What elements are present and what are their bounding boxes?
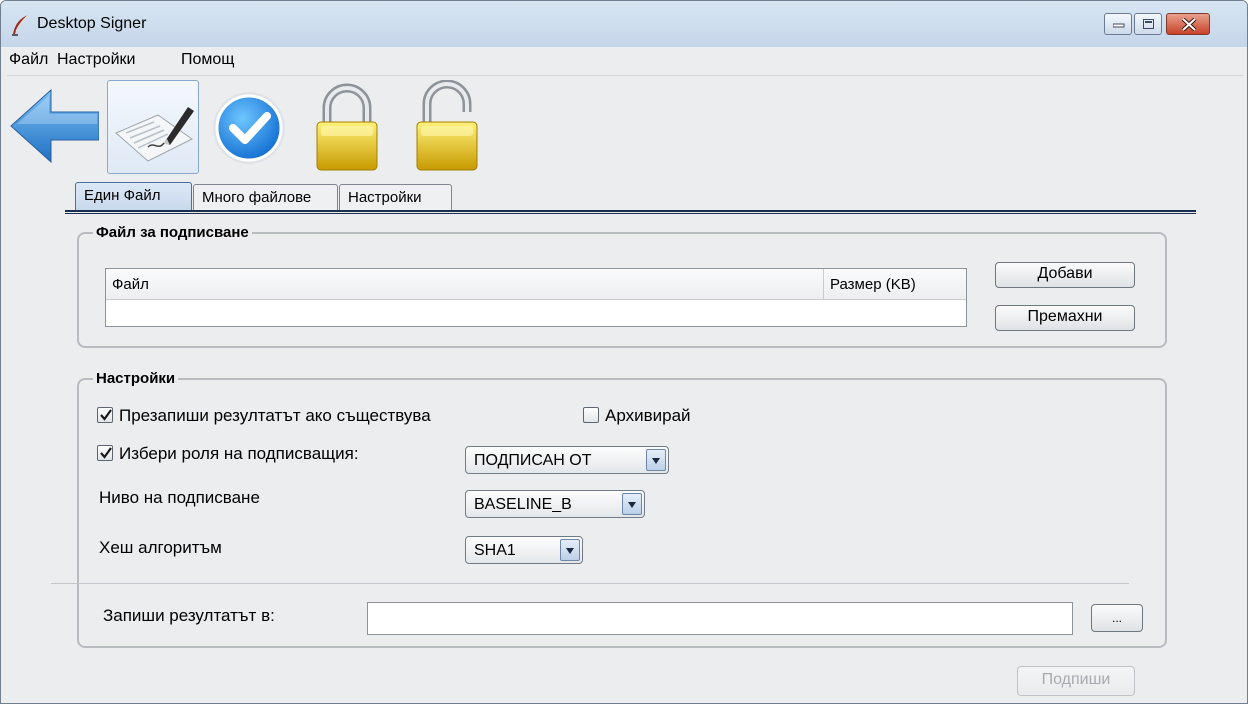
file-group: Файл за подписване Файл Размер (KB) Доба…	[77, 224, 1167, 348]
file-group-title: Файл за подписване	[93, 224, 252, 241]
sign-button[interactable]: Подпиши	[1017, 666, 1135, 696]
overwrite-checkbox[interactable]: Презапиши резултатът ако съществува	[97, 406, 431, 426]
close-button[interactable]	[1166, 13, 1210, 35]
menu-file[interactable]: Файл	[9, 51, 48, 69]
sign-tool-button[interactable]	[107, 80, 199, 174]
minimize-icon	[1113, 23, 1125, 28]
title-bar[interactable]: Desktop Signer	[1, 1, 1247, 47]
file-table[interactable]: Файл Размер (KB)	[105, 268, 967, 327]
settings-group: Настройки Презапиши резултатът ако същес…	[77, 370, 1167, 648]
archive-label: Архивирай	[605, 406, 691, 425]
output-label: Запиши резултатът в:	[103, 606, 275, 625]
window-title: Desktop Signer	[37, 15, 147, 32]
tab-settings[interactable]: Настройки	[339, 184, 452, 211]
checkbox-box[interactable]	[97, 407, 113, 423]
add-file-button[interactable]: Добави	[995, 262, 1135, 288]
checkmark-icon	[100, 447, 112, 459]
chevron-down-icon[interactable]	[560, 539, 580, 561]
archive-checkbox[interactable]: Архивирай	[583, 406, 691, 426]
hash-select-value: SHA1	[474, 542, 516, 559]
chevron-down-icon[interactable]	[622, 493, 642, 515]
checkbox-box[interactable]	[97, 445, 113, 461]
maximize-button[interactable]	[1134, 13, 1162, 35]
decrypt-button[interactable]	[407, 79, 499, 174]
encrypt-button[interactable]	[307, 80, 399, 174]
separator	[51, 583, 1129, 584]
menu-settings[interactable]: Настройки	[57, 51, 135, 69]
app-feather-icon	[12, 14, 29, 36]
role-select-value: ПОДПИСАН ОТ	[474, 452, 592, 469]
browse-button[interactable]: ...	[1091, 604, 1143, 632]
remove-file-button[interactable]: Премахни	[995, 305, 1135, 331]
menu-help[interactable]: Помощ	[181, 51, 234, 69]
verify-check-icon	[213, 92, 285, 164]
lock-open-icon	[416, 79, 478, 171]
back-arrow-icon	[10, 88, 100, 164]
checkbox-box[interactable]	[583, 407, 599, 423]
column-header-size[interactable]: Размер (KB)	[824, 269, 966, 300]
tab-multiple-files[interactable]: Много файлове	[193, 184, 338, 211]
close-icon	[1181, 18, 1197, 31]
toolbar	[7, 79, 487, 176]
level-select[interactable]: BASELINE_B	[465, 490, 645, 518]
hash-select[interactable]: SHA1	[465, 536, 583, 564]
tab-single-file[interactable]: Един Файл	[75, 182, 192, 212]
checkmark-icon	[100, 409, 112, 421]
back-button[interactable]	[7, 80, 100, 174]
lock-closed-icon	[316, 83, 378, 171]
hash-label: Хеш алгоритъм	[99, 538, 222, 557]
main-panel: Един Файл Много файлове Настройки Файл з…	[7, 75, 1243, 703]
column-header-file[interactable]: Файл	[106, 269, 824, 300]
role-label: Избери роля на подписващия:	[119, 444, 359, 463]
chevron-down-icon[interactable]	[646, 449, 666, 471]
output-path-input[interactable]	[367, 602, 1073, 635]
app-window: Desktop Signer Файл Настройки Помощ Един…	[0, 0, 1248, 704]
settings-group-title: Настройки	[93, 370, 179, 387]
minimize-button[interactable]	[1104, 13, 1132, 35]
level-label: Ниво на подписване	[99, 488, 260, 507]
level-select-value: BASELINE_B	[474, 496, 572, 513]
overwrite-label: Презапиши резултатът ако съществува	[119, 406, 431, 425]
verify-button[interactable]	[207, 80, 299, 174]
sign-document-icon	[115, 107, 194, 162]
role-select[interactable]: ПОДПИСАН ОТ	[465, 446, 669, 474]
menu-bar: Файл Настройки Помощ	[7, 47, 1243, 75]
tab-divider	[65, 210, 1196, 214]
maximize-icon	[1143, 19, 1154, 29]
role-checkbox[interactable]: Избери роля на подписващия:	[97, 444, 359, 464]
